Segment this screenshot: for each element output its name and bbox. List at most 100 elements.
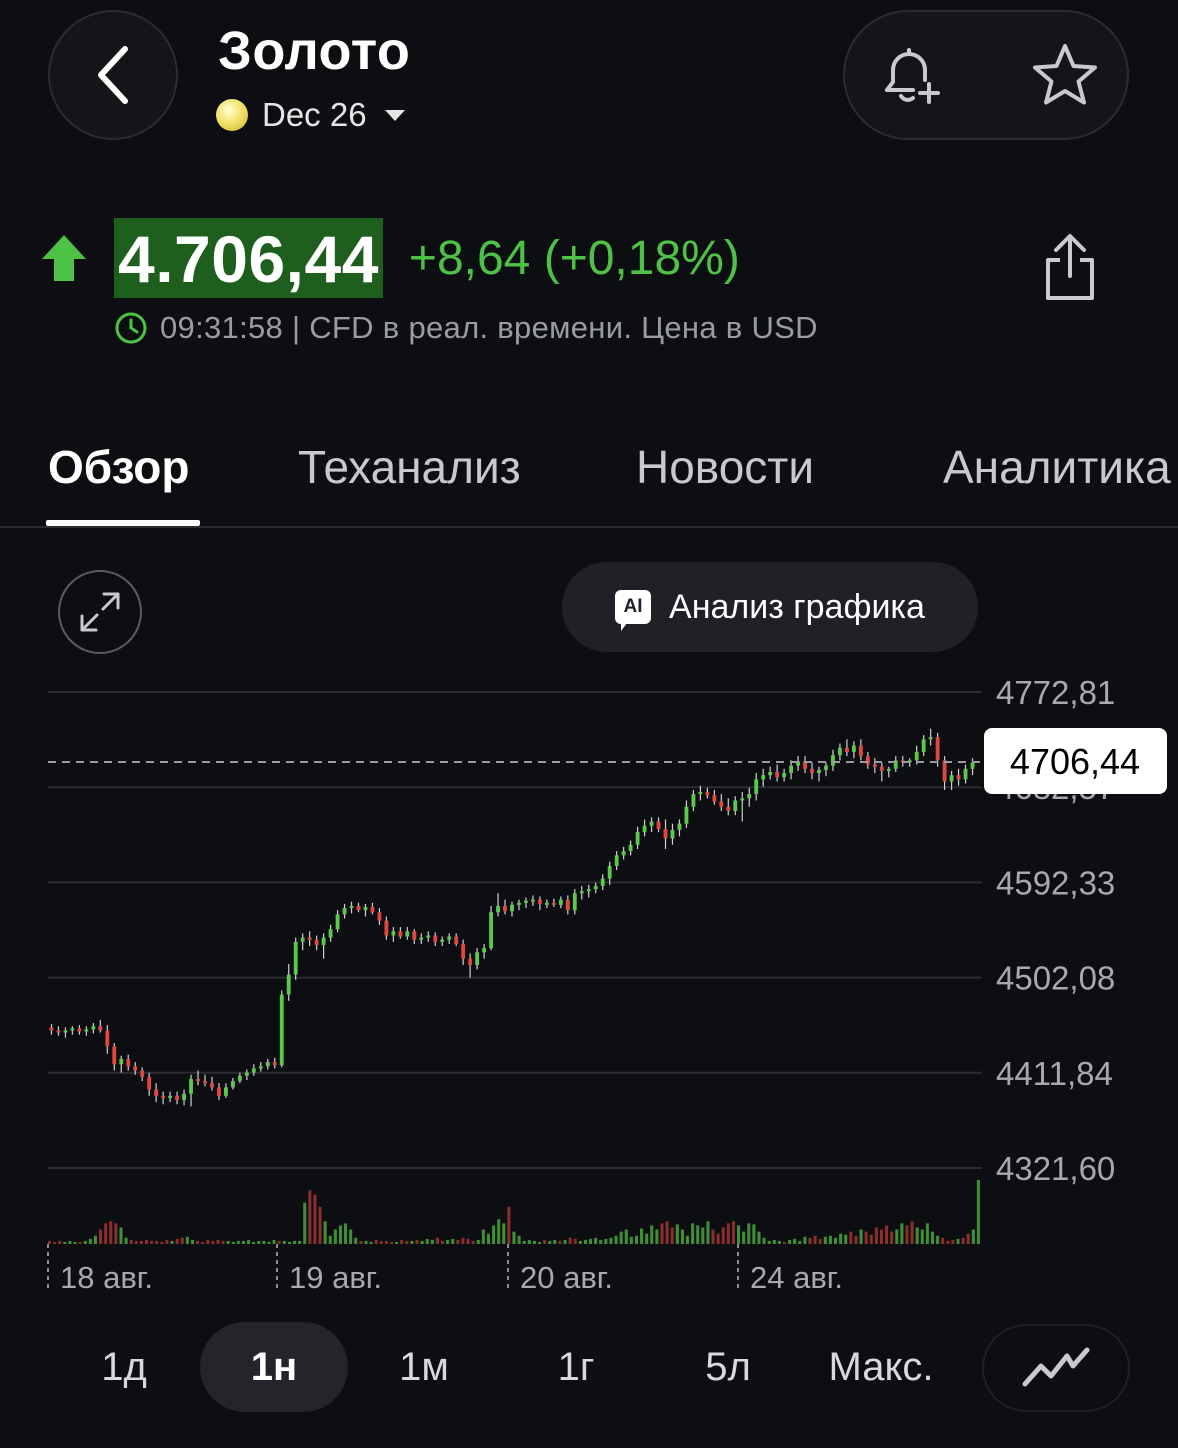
candle-body bbox=[935, 737, 940, 761]
candle-body bbox=[886, 768, 891, 771]
candle-body bbox=[928, 737, 933, 740]
volume-bar bbox=[196, 1240, 200, 1244]
candle-body bbox=[405, 931, 410, 937]
ai-chart-analysis-button[interactable]: AI Анализ графика bbox=[562, 562, 978, 652]
volume-bar bbox=[762, 1237, 766, 1244]
candle-body bbox=[782, 773, 787, 778]
volume-bar bbox=[685, 1235, 690, 1244]
back-button[interactable] bbox=[48, 10, 178, 140]
candle-body bbox=[433, 935, 438, 942]
y-tick-label: 4502,08 bbox=[996, 960, 1115, 997]
volume-bar bbox=[389, 1241, 394, 1244]
candle-body bbox=[586, 889, 591, 892]
period-1m[interactable]: 1м bbox=[356, 1322, 492, 1412]
volume-bar bbox=[211, 1240, 215, 1244]
period-1y[interactable]: 1г bbox=[508, 1322, 644, 1412]
period-max[interactable]: Макс. bbox=[806, 1322, 956, 1412]
candle-body bbox=[510, 904, 514, 912]
gold-coin-icon bbox=[216, 99, 248, 131]
candle-body bbox=[579, 891, 584, 894]
volume-bar bbox=[104, 1223, 108, 1244]
period-5y[interactable]: 5л bbox=[660, 1322, 796, 1412]
candle-body bbox=[224, 1087, 228, 1096]
candle-body bbox=[789, 765, 794, 774]
chevron-left-icon bbox=[98, 46, 128, 104]
candle-body bbox=[56, 1030, 61, 1033]
volume-bar bbox=[456, 1239, 460, 1244]
candle-body bbox=[440, 939, 445, 942]
tab-news[interactable]: Новости bbox=[636, 440, 814, 494]
candle-body bbox=[558, 899, 563, 905]
volume-bar bbox=[58, 1240, 62, 1244]
candle-body bbox=[126, 1058, 131, 1067]
volume-bar bbox=[941, 1237, 945, 1244]
volume-bar bbox=[726, 1223, 730, 1244]
candle-body bbox=[684, 806, 689, 824]
candle-body bbox=[475, 952, 480, 966]
volume-bar bbox=[369, 1241, 373, 1244]
period-1w[interactable]: 1н bbox=[200, 1322, 348, 1412]
clock-icon bbox=[115, 312, 147, 344]
candle-body bbox=[133, 1066, 138, 1071]
volume-bar bbox=[522, 1240, 526, 1244]
add-alert-button[interactable] bbox=[873, 40, 945, 112]
volume-bar bbox=[466, 1238, 470, 1244]
volume-bar bbox=[859, 1229, 863, 1244]
candle-body bbox=[293, 941, 298, 975]
candle-body bbox=[258, 1066, 263, 1069]
volume-bar bbox=[160, 1241, 164, 1244]
volume-bar bbox=[48, 1240, 52, 1244]
volume-bar bbox=[512, 1231, 516, 1244]
volume-bar bbox=[420, 1240, 424, 1244]
price-chart[interactable]: 4772,814682,574592,334502,084411,844321,… bbox=[0, 670, 1178, 1310]
volume-bar bbox=[124, 1237, 128, 1244]
volume-bar bbox=[415, 1239, 419, 1244]
volume-bar bbox=[946, 1240, 950, 1244]
volume-bar bbox=[446, 1239, 450, 1244]
volume-bar bbox=[333, 1229, 337, 1244]
candle-body bbox=[161, 1095, 166, 1098]
volume-bar bbox=[828, 1235, 832, 1244]
candle-body bbox=[719, 801, 724, 807]
candle-body bbox=[670, 829, 675, 839]
volume-bar bbox=[849, 1231, 853, 1244]
volume-bar bbox=[476, 1239, 480, 1244]
volume-bar bbox=[63, 1241, 67, 1244]
candle-body bbox=[377, 912, 382, 921]
tab-technical[interactable]: Теханализ bbox=[298, 440, 521, 494]
candle-body bbox=[217, 1087, 221, 1096]
candle-body bbox=[956, 775, 961, 780]
volume-bar bbox=[471, 1240, 475, 1244]
candle-body bbox=[321, 937, 326, 945]
share-button[interactable] bbox=[1032, 230, 1108, 306]
volume-bar bbox=[313, 1194, 317, 1244]
volume-bar bbox=[430, 1239, 434, 1244]
candle-body bbox=[384, 920, 389, 936]
volume-bar bbox=[640, 1228, 644, 1244]
volume-bar bbox=[349, 1229, 353, 1244]
expand-chart-button[interactable] bbox=[58, 570, 142, 654]
tab-overview[interactable]: Обзор bbox=[48, 440, 190, 494]
volume-bar bbox=[956, 1238, 960, 1244]
volume-bar bbox=[823, 1236, 827, 1244]
candle-body bbox=[872, 764, 877, 767]
volume-bar bbox=[563, 1239, 567, 1244]
tab-analytics[interactable]: Аналитика bbox=[943, 440, 1171, 494]
volume-bar bbox=[895, 1229, 899, 1244]
contract-selector[interactable]: Dec 26 bbox=[216, 96, 405, 134]
volume-bar bbox=[93, 1235, 97, 1244]
period-1d[interactable]: 1д bbox=[56, 1322, 192, 1412]
volume-bar bbox=[961, 1237, 965, 1244]
volume-bar bbox=[813, 1235, 817, 1244]
arrow-up-icon bbox=[42, 235, 86, 281]
volume-bar bbox=[185, 1236, 189, 1244]
volume-bar bbox=[604, 1238, 608, 1244]
watchlist-button[interactable] bbox=[1029, 40, 1101, 112]
volume-bar bbox=[624, 1229, 628, 1244]
chart-type-button[interactable] bbox=[982, 1324, 1130, 1412]
volume-bar bbox=[395, 1241, 399, 1244]
volume-bar bbox=[425, 1238, 429, 1244]
candle-body bbox=[691, 794, 696, 807]
candle-body bbox=[140, 1070, 145, 1077]
volume-bar bbox=[364, 1240, 368, 1244]
